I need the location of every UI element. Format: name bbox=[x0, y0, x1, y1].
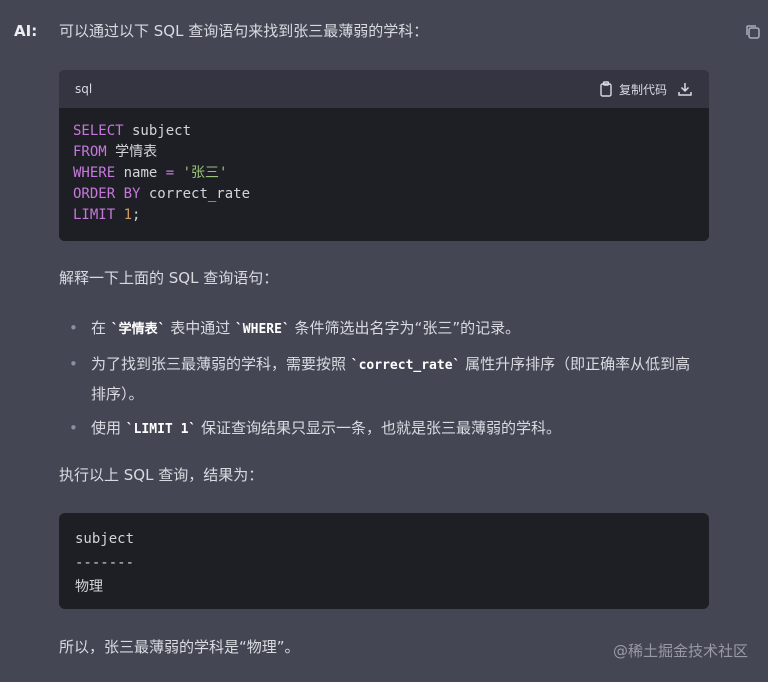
code-token: WHERE bbox=[73, 165, 116, 181]
bullet-dot: • bbox=[69, 355, 78, 373]
code-line: WHERE name = '张三' bbox=[73, 163, 695, 184]
sql-code-block: sql 复制代码 SELECT subject FROM 学情表 WHERE nam… bbox=[59, 70, 709, 241]
code-token: '张三' bbox=[182, 165, 228, 181]
code-token: LIMIT bbox=[73, 207, 116, 223]
code-language-label: sql bbox=[75, 82, 93, 96]
code-token: correct_rate bbox=[140, 186, 251, 202]
result-line: ------- bbox=[75, 555, 135, 571]
intro-text: 可以通过以下 SQL 查询语句来找到张三最薄弱的学科： bbox=[59, 22, 429, 40]
code-token: name bbox=[115, 165, 166, 181]
inline-code: `WHERE` bbox=[234, 322, 290, 337]
inline-code: `LIMIT 1` bbox=[125, 422, 197, 437]
speaker-label: AI: bbox=[14, 22, 38, 40]
code-body: SELECT subject FROM 学情表 WHERE name = '张三' O… bbox=[59, 108, 709, 241]
inline-code: `学情表` bbox=[110, 322, 166, 337]
result-output-block: subject ------- 物理 bbox=[59, 513, 709, 609]
explain-heading: 解释一下上面的 SQL 查询语句： bbox=[59, 269, 279, 287]
code-header: sql 复制代码 bbox=[59, 70, 709, 108]
conclusion-text: 所以，张三最薄弱的学科是“物理”。 bbox=[59, 638, 300, 656]
code-token: FROM bbox=[73, 144, 107, 160]
code-token: 学情表 bbox=[106, 144, 158, 160]
code-token: ORDER BY bbox=[73, 186, 141, 202]
bullet-text: 使用 bbox=[91, 419, 126, 437]
bullet-dot: • bbox=[69, 419, 78, 437]
clipboard-icon bbox=[600, 81, 612, 97]
bullet-text: 表中通过 bbox=[165, 319, 235, 337]
bullet-text: 条件筛选出名字为“张三”的记录。 bbox=[289, 319, 521, 337]
bullet-text: 在 bbox=[91, 319, 111, 337]
copy-code-label: 复制代码 bbox=[618, 82, 667, 97]
inline-code: `correct_rate` bbox=[350, 358, 461, 373]
list-item: • 在 `学情表` 表中通过 `WHERE` 条件筛选出名字为“张三”的记录。 bbox=[59, 314, 709, 342]
result-heading: 执行以上 SQL 查询，结果为： bbox=[59, 466, 264, 484]
watermark: @稀土掘金技术社区 bbox=[612, 642, 748, 660]
code-token: SELECT bbox=[73, 123, 124, 139]
code-line: FROM 学情表 bbox=[73, 142, 695, 163]
result-line: 物理 bbox=[75, 579, 103, 595]
copy-icon[interactable] bbox=[744, 23, 762, 41]
code-line: SELECT subject bbox=[73, 121, 695, 142]
bullet-text: 为了找到张三最薄弱的学科，需要按照 bbox=[91, 355, 351, 373]
code-token: ; bbox=[132, 207, 141, 223]
list-item: • 使用 `LIMIT 1` 保证查询结果只显示一条，也就是张三最薄弱的学科。 bbox=[59, 414, 709, 442]
code-token: = bbox=[165, 165, 175, 181]
download-icon[interactable] bbox=[677, 81, 693, 97]
code-token: subject bbox=[123, 123, 192, 139]
list-item: • 为了找到张三最薄弱的学科，需要按照 `correct_rate` 属性升序排… bbox=[59, 350, 709, 406]
copy-code-button[interactable]: 复制代码 bbox=[599, 81, 667, 98]
code-token: 1 bbox=[123, 207, 133, 223]
bullet-text: 保证查询结果只显示一条，也就是张三最薄弱的学科。 bbox=[196, 419, 562, 437]
code-line: LIMIT 1; bbox=[73, 205, 695, 226]
result-line: subject bbox=[75, 531, 135, 547]
bullet-dot: • bbox=[69, 319, 78, 337]
code-line: ORDER BY correct_rate bbox=[73, 184, 695, 205]
